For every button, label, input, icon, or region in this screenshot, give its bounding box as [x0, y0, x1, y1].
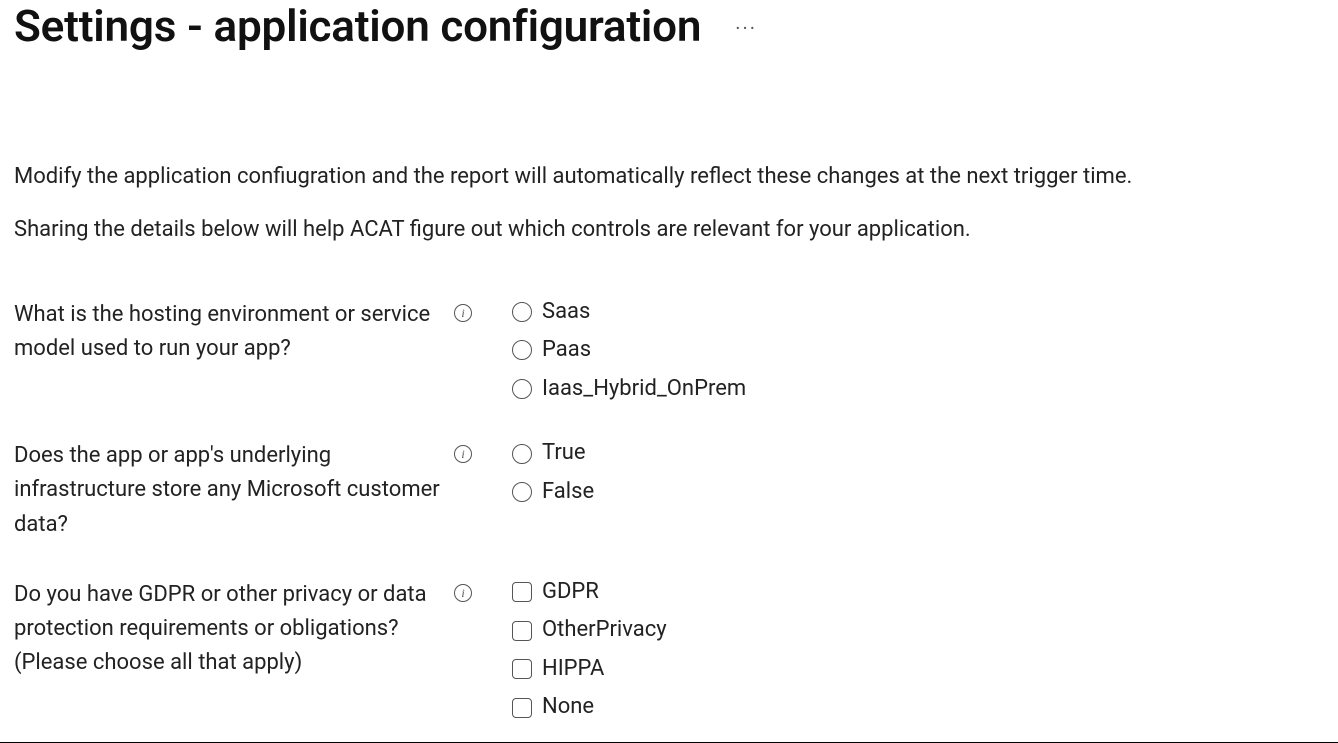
- info-icon[interactable]: i: [454, 445, 472, 463]
- radio-option-saas[interactable]: Saas: [512, 298, 746, 327]
- checkbox-option-none[interactable]: None: [512, 693, 667, 722]
- option-label: OtherPrivacy: [542, 616, 667, 645]
- question-stores-customer-data: Does the app or app's underlying infrast…: [14, 439, 1324, 541]
- option-label: Iaas_Hybrid_OnPrem: [542, 375, 746, 404]
- option-label: None: [542, 693, 594, 722]
- radio-input[interactable]: [512, 482, 532, 502]
- radio-option-false[interactable]: False: [512, 478, 594, 507]
- radio-option-iaas-hybrid-onprem[interactable]: Iaas_Hybrid_OnPrem: [512, 375, 746, 404]
- radio-input[interactable]: [512, 444, 532, 464]
- checkbox-input[interactable]: [512, 621, 532, 641]
- page-title: Settings - application configuration: [14, 0, 701, 52]
- option-label: False: [542, 478, 594, 507]
- checkbox-input[interactable]: [512, 582, 532, 602]
- checkbox-input[interactable]: [512, 659, 532, 679]
- question-label: Do you have GDPR or other privacy or dat…: [14, 578, 454, 680]
- radio-input[interactable]: [512, 302, 532, 322]
- radio-input[interactable]: [512, 379, 532, 399]
- intro-text-2: Sharing the details below will help ACAT…: [14, 215, 1324, 246]
- option-label: HIPPA: [542, 655, 604, 684]
- option-label: True: [542, 439, 586, 468]
- question-label: What is the hosting environment or servi…: [14, 298, 454, 366]
- option-label: GDPR: [542, 578, 599, 607]
- checkbox-option-otherprivacy[interactable]: OtherPrivacy: [512, 616, 667, 645]
- info-icon[interactable]: i: [454, 584, 472, 602]
- option-label: Paas: [542, 336, 591, 365]
- question-hosting-environment: What is the hosting environment or servi…: [14, 298, 1324, 404]
- radio-option-paas[interactable]: Paas: [512, 336, 746, 365]
- intro-text-1: Modify the application confiugration and…: [14, 162, 1324, 193]
- checkbox-option-hippa[interactable]: HIPPA: [512, 655, 667, 684]
- more-actions-button[interactable]: ···: [729, 14, 763, 42]
- radio-option-true[interactable]: True: [512, 439, 594, 468]
- checkbox-input[interactable]: [512, 698, 532, 718]
- radio-input[interactable]: [512, 340, 532, 360]
- checkbox-option-gdpr[interactable]: GDPR: [512, 578, 667, 607]
- question-label: Does the app or app's underlying infrast…: [14, 439, 454, 541]
- info-icon[interactable]: i: [454, 304, 472, 322]
- question-privacy-requirements: Do you have GDPR or other privacy or dat…: [14, 578, 1324, 722]
- option-label: Saas: [542, 298, 590, 327]
